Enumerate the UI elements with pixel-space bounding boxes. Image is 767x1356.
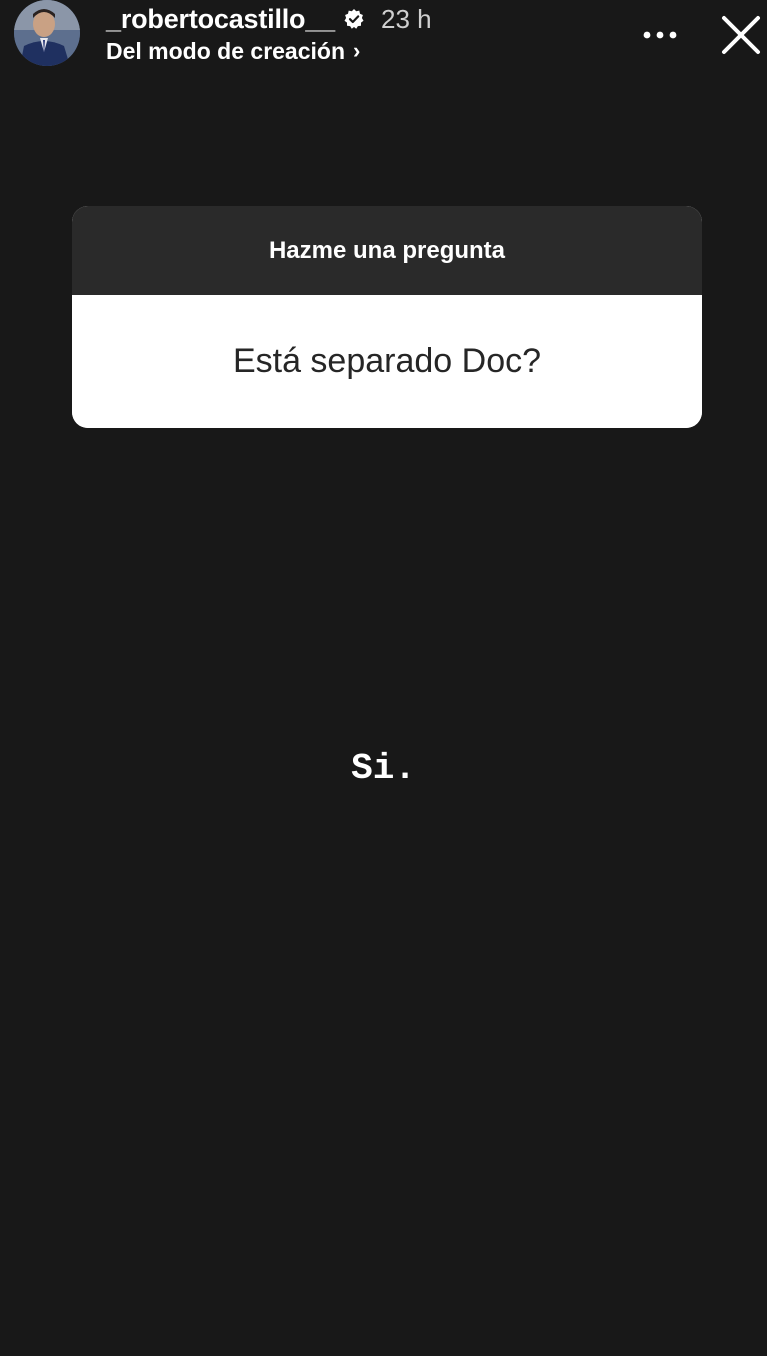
more-options-icon [643,31,677,39]
answer-text: Si. [351,748,416,789]
question-sticker-title: Hazme una pregunta [268,236,506,264]
verified-badge-icon [343,8,365,30]
close-icon [722,16,760,54]
more-options-button[interactable] [638,18,682,52]
creation-mode-label: Del modo de creación [106,37,346,64]
avatar[interactable] [14,0,80,66]
avatar-image [14,0,80,66]
username[interactable]: _robertocastillo__ [106,4,335,35]
post-time: 23 h [381,3,432,34]
story-viewer: _robertocastillo__ 23 h Del modo de crea… [0,0,767,1356]
chevron-right-icon: › [353,38,361,63]
question-sticker-header: Hazme una pregunta [72,206,702,295]
question-sticker-body: Está separado Doc? [72,295,702,428]
story-header: _robertocastillo__ 23 h Del modo de crea… [0,0,767,72]
question-sticker: Hazme una pregunta Está separado Doc? [72,206,702,428]
close-button[interactable] [716,10,766,60]
question-text: Está separado Doc? [232,342,542,380]
creation-mode-link[interactable]: Del modo de creación › [106,36,360,66]
user-line: _robertocastillo__ 23 h [106,2,432,36]
